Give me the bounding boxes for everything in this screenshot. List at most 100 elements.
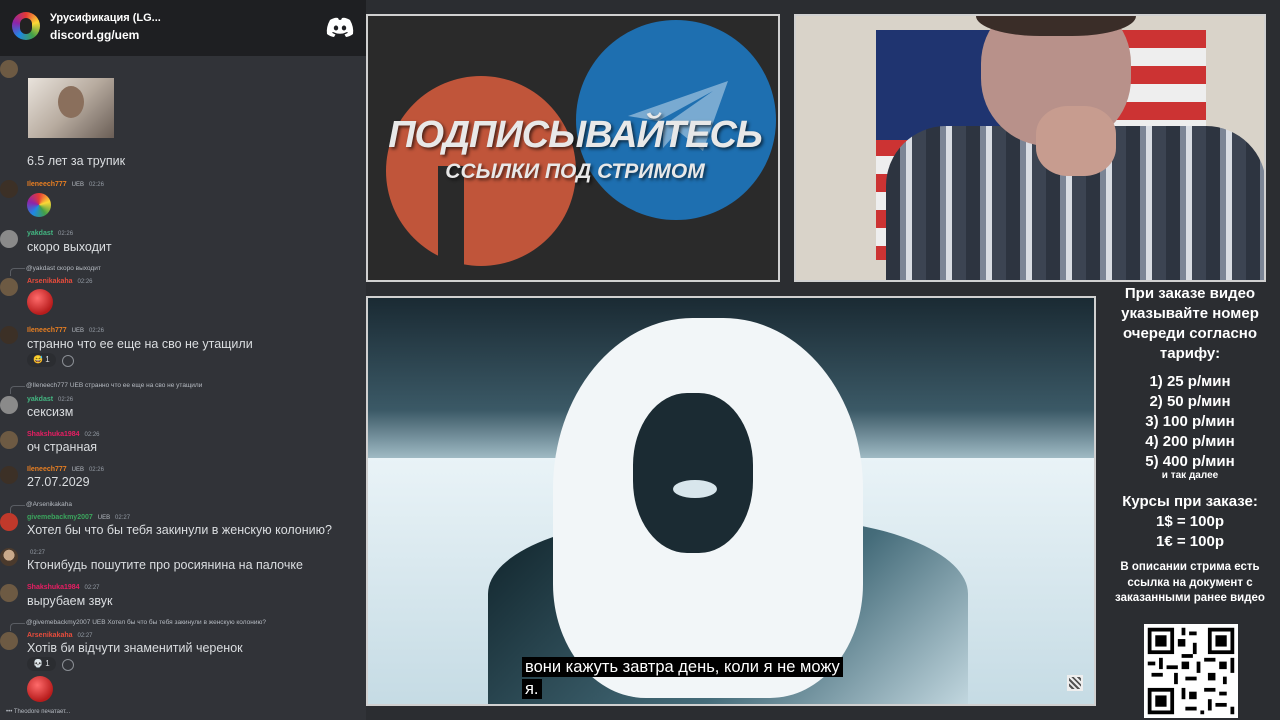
- timestamp: 02:27: [84, 585, 100, 591]
- avatar[interactable]: [0, 396, 18, 414]
- role-badge: UEB: [71, 182, 84, 188]
- message-header: 02:27: [27, 549, 45, 556]
- tariff-more-note: и так далее: [1161, 470, 1219, 481]
- message-header: Ileneech777 UEB 02:26: [27, 181, 104, 188]
- message-text: вырубаем звук: [27, 594, 113, 608]
- video-subtitle: вони кажуть завтра день, коли я не можу …: [522, 656, 982, 700]
- document-note: В описании стрима есть ссылка на докумен…: [1115, 561, 1265, 604]
- reply-preview[interactable]: @yakdast скоро выходит: [26, 265, 101, 272]
- promo-title: ПОДПИСЫВАЙТЕСЬ: [388, 114, 763, 156]
- timestamp: 02:26: [58, 397, 74, 403]
- avatar[interactable]: [0, 60, 18, 78]
- message-text: Ктонибудь пошутите про росиянина на пало…: [27, 558, 303, 572]
- avatar[interactable]: [0, 513, 18, 531]
- streamer-hand: [1036, 106, 1116, 176]
- message-header: givemebackmy2007 UEB 02:27: [27, 514, 130, 521]
- subtitle-line: вони кажуть завтра день, коли я не можу: [522, 657, 843, 677]
- message-header: Arsenikakaha 02:27: [27, 632, 93, 639]
- server-icon[interactable]: [12, 12, 40, 40]
- server-invite-link[interactable]: discord.gg/uem: [50, 28, 139, 42]
- username[interactable]: Arsenikakaha: [27, 278, 73, 285]
- username[interactable]: Ileneech777: [27, 181, 67, 188]
- message-header: Shakshuka1984 02:27: [27, 584, 100, 591]
- timestamp: 02:26: [77, 279, 93, 285]
- avatar[interactable]: [0, 180, 18, 198]
- avatar[interactable]: [0, 431, 18, 449]
- tariff-item: 3) 100 р/мин: [1145, 413, 1235, 430]
- video-watermark-icon: [1067, 675, 1083, 691]
- discord-icon: [326, 17, 354, 37]
- username[interactable]: Shakshuka1984: [27, 431, 80, 438]
- chat-image-attachment[interactable]: [28, 78, 114, 138]
- avatar[interactable]: [0, 326, 18, 344]
- avatar[interactable]: [0, 632, 18, 650]
- webcam-feed: [794, 14, 1266, 282]
- timestamp: 02:26: [58, 231, 74, 237]
- role-badge: UEB: [71, 328, 84, 334]
- timestamp: 02:26: [84, 432, 100, 438]
- courses-title: Курсы при заказе:: [1122, 493, 1258, 510]
- promo-subtitle: ССЫЛКИ ПОД СТРИМОМ: [445, 160, 705, 183]
- typing-indicator: ••• Theodore печатает...: [6, 709, 71, 715]
- message-text: оч странная: [27, 440, 98, 454]
- reply-preview[interactable]: @givemebackmy2007 UEB Хотел бы что бы те…: [26, 619, 266, 626]
- tariff-item: 5) 400 р/мин: [1145, 453, 1235, 470]
- timestamp: 02:27: [115, 515, 131, 521]
- username[interactable]: Shakshuka1984: [27, 584, 80, 591]
- message-text: Хотів би відчути знаменитий черенок: [27, 641, 243, 655]
- reaction-count: 1: [45, 659, 50, 668]
- reply-connector: [10, 268, 25, 276]
- role-badge: UEB: [71, 467, 84, 473]
- message-text: скоро выходит: [27, 240, 112, 254]
- reaction-button[interactable]: 💀 1: [27, 657, 56, 671]
- server-name: Урусификация (LG...: [50, 12, 161, 24]
- qr-code-icon: [1144, 624, 1238, 718]
- avatar[interactable]: [0, 548, 18, 566]
- video-figure-mouth: [673, 480, 717, 498]
- video-figure-face: [633, 393, 753, 553]
- timestamp: 02:26: [88, 328, 104, 334]
- emoji-sticker: [27, 676, 53, 702]
- subtitle-line: я.: [522, 679, 542, 699]
- message-text: Хотел бы что бы тебя закинули в женскую …: [27, 523, 332, 537]
- reaction-count: 1: [45, 355, 50, 364]
- message-header: Shakshuka1984 02:26: [27, 431, 100, 438]
- reaction-button[interactable]: 😅 1: [27, 353, 56, 367]
- tariff-item: 4) 200 р/мин: [1145, 433, 1235, 450]
- avatar[interactable]: [0, 584, 18, 602]
- promo-banner: ПОДПИСЫВАЙТЕСЬ ССЫЛКИ ПОД СТРИМОМ: [366, 14, 780, 282]
- reply-connector: [10, 386, 25, 394]
- reply-preview[interactable]: @Ileneech777 UEB странно что ее еще на с…: [26, 382, 202, 389]
- username[interactable]: yakdast: [27, 230, 53, 237]
- avatar[interactable]: [0, 466, 18, 484]
- typing-text: Theodore печатает...: [13, 709, 71, 715]
- chat-header: Урусификация (LG... discord.gg/uem: [0, 0, 366, 56]
- avatar[interactable]: [0, 230, 18, 248]
- message-header: Ileneech777 UEB 02:26: [27, 466, 104, 473]
- username[interactable]: yakdast: [27, 396, 53, 403]
- exchange-rate: 1€ = 100р: [1156, 533, 1224, 550]
- add-reaction-icon[interactable]: [62, 355, 74, 367]
- message-header: Arsenikakaha 02:26: [27, 278, 93, 285]
- reply-connector: [10, 623, 25, 631]
- tariff-item: 1) 25 р/мин: [1149, 373, 1231, 390]
- role-badge: UEB: [97, 515, 111, 521]
- message-text: странно что ее еще на сво не утащили: [27, 337, 253, 351]
- tariff-item: 2) 50 р/мин: [1149, 393, 1231, 410]
- reply-preview[interactable]: @Arsenikakaha: [26, 501, 72, 508]
- username[interactable]: Arsenikakaha: [27, 632, 73, 639]
- avatar[interactable]: [0, 278, 18, 296]
- add-reaction-icon[interactable]: [62, 659, 74, 671]
- exchange-rates: Курсы при заказе: 1$ = 100р 1€ = 100р: [1100, 492, 1280, 552]
- username[interactable]: Ileneech777: [27, 466, 67, 473]
- message-header: yakdast 02:26: [27, 230, 73, 237]
- tariff-list: 1) 25 р/мин 2) 50 р/мин 3) 100 р/мин 4) …: [1100, 372, 1280, 472]
- order-instructions: При заказе видео указывайте номер очеред…: [1121, 285, 1259, 362]
- video-player[interactable]: вони кажуть завтра день, коли я не можу …: [366, 296, 1096, 706]
- username[interactable]: givemebackmy2007: [27, 514, 93, 521]
- message-text: 6.5 лет за трупик: [27, 154, 126, 168]
- timestamp: 02:27: [77, 633, 93, 639]
- message-header: Ileneech777 UEB 02:26: [27, 327, 104, 334]
- discord-chat-panel: Урусификация (LG... discord.gg/uem 6.5 л…: [0, 0, 366, 720]
- username[interactable]: Ileneech777: [27, 327, 67, 334]
